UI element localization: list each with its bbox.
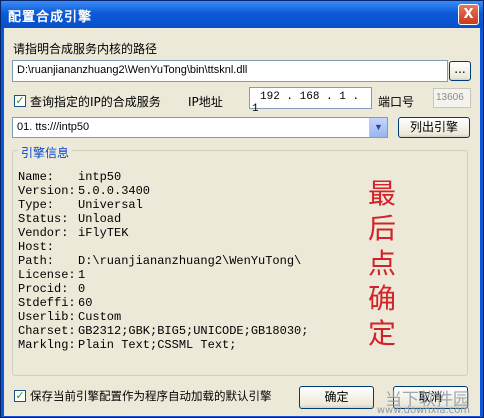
info-value: intp50 bbox=[78, 170, 122, 184]
info-value: GB2312;GBK;BIG5;UNICODE;GB18030; bbox=[78, 324, 309, 338]
info-value: iFlyTEK bbox=[78, 226, 129, 240]
info-key: Marklng: bbox=[18, 338, 76, 352]
info-value: Universal bbox=[78, 198, 143, 212]
info-value: Plain Text;CSSML Text; bbox=[78, 338, 237, 352]
watermark-url: www.downxia.com bbox=[376, 405, 470, 416]
ip-octet-3: 1 bbox=[339, 91, 346, 103]
info-value: D:\ruanjiananzhuang2\WenYuTong\ bbox=[78, 254, 302, 268]
engine-select-value: 01. tts:///intp50 bbox=[17, 121, 90, 133]
engine-select[interactable]: 01. tts:///intp50 ▼ bbox=[12, 117, 388, 138]
annotation-char: 后 bbox=[367, 212, 396, 245]
info-key: Name: bbox=[18, 170, 55, 184]
save-default-label: 保存当前引擎配置作为程序自动加载的默认引擎 bbox=[30, 389, 272, 403]
close-button[interactable]: X bbox=[458, 4, 479, 25]
info-value: Custom bbox=[78, 310, 122, 324]
browse-button[interactable]: ... bbox=[449, 61, 471, 81]
dialog-body: 请指明合成服务内核的路径 D:\ruanjiananzhuang2\WenYuT… bbox=[4, 28, 480, 416]
info-key: Status: bbox=[18, 212, 69, 226]
port-label: 端口号 bbox=[378, 95, 415, 109]
annotation-char: 确 bbox=[367, 282, 396, 315]
info-value: 1 bbox=[78, 268, 86, 282]
ip-label: IP地址 bbox=[188, 95, 223, 109]
check-icon: ✓ bbox=[15, 389, 25, 402]
info-key: Charset: bbox=[18, 324, 76, 338]
query-checkbox[interactable]: ✓ bbox=[14, 95, 26, 107]
path-label: 请指明合成服务内核的路径 bbox=[13, 42, 158, 56]
info-key: Version: bbox=[18, 184, 76, 198]
chevron-down-icon[interactable]: ▼ bbox=[369, 118, 387, 137]
close-icon: X bbox=[463, 7, 474, 22]
ip-dot: . bbox=[352, 91, 360, 103]
save-default-checkbox[interactable]: ✓ bbox=[14, 390, 26, 402]
ip-dot: . bbox=[326, 91, 333, 103]
annotation-char: 点 bbox=[367, 247, 396, 280]
ok-button[interactable]: 确定 bbox=[299, 386, 374, 409]
info-value: 0 bbox=[78, 282, 86, 296]
dialog-window: 配置合成引擎 X 请指明合成服务内核的路径 D:\ruanjiananzhuan… bbox=[0, 0, 484, 418]
list-engines-button[interactable]: 列出引擎 bbox=[398, 117, 470, 138]
window-title: 配置合成引擎 bbox=[8, 10, 93, 25]
path-input[interactable]: D:\ruanjiananzhuang2\WenYuTong\bin\ttskn… bbox=[12, 60, 448, 82]
engine-info-label: 引擎信息 bbox=[18, 144, 73, 161]
ip-octet-1: 192 bbox=[260, 91, 280, 103]
info-value: Unload bbox=[78, 212, 122, 226]
info-key: Path: bbox=[18, 254, 55, 268]
annotation-char: 最 bbox=[367, 177, 396, 210]
ip-address-field[interactable]: 192 . 168 . 1 . 1 bbox=[249, 87, 372, 115]
info-key: Procid: bbox=[18, 282, 69, 296]
info-key: Host: bbox=[18, 240, 55, 254]
red-annotation: 最 后 点 确 定 bbox=[366, 176, 398, 351]
info-value: 5.0.0.3400 bbox=[78, 184, 151, 198]
info-value: 60 bbox=[78, 296, 93, 310]
info-key: Userlib: bbox=[18, 310, 76, 324]
info-key: Type: bbox=[18, 198, 55, 212]
check-icon: ✓ bbox=[15, 94, 25, 107]
port-input[interactable]: 13606 bbox=[433, 88, 471, 108]
info-key: Vendor: bbox=[18, 226, 69, 240]
info-key: License: bbox=[18, 268, 76, 282]
ip-octet-2: 168 bbox=[299, 91, 320, 103]
ip-dot: . bbox=[286, 91, 294, 103]
ip-octet-4: 1 bbox=[252, 103, 259, 115]
query-checkbox-label: 查询指定的IP的合成服务 bbox=[30, 95, 161, 109]
title-bar[interactable]: 配置合成引擎 X bbox=[1, 1, 483, 28]
annotation-char: 定 bbox=[367, 317, 396, 350]
info-key: Stdeffi: bbox=[18, 296, 76, 310]
